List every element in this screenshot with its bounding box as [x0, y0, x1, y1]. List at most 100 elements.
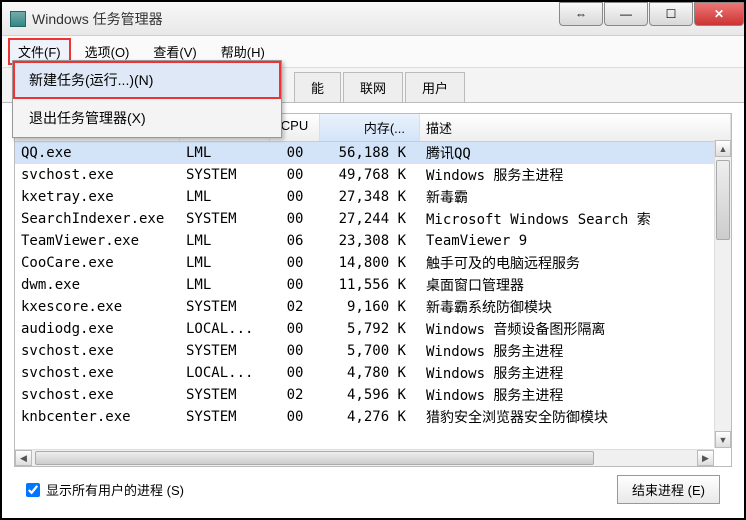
app-icon — [10, 11, 26, 27]
scroll-up-icon[interactable]: ▲ — [715, 140, 731, 157]
cell-memory: 9,160 K — [320, 297, 420, 317]
cell-cpu: 06 — [270, 231, 320, 251]
menu-new-task[interactable]: 新建任务(运行...)(N) — [13, 61, 281, 99]
cell-memory: 11,556 K — [320, 275, 420, 295]
process-table: CPU 内存(... 描述 QQ.exeLML0056,188 K腾讯QQsvc… — [14, 113, 732, 467]
cell-process-name: knbcenter.exe — [15, 407, 180, 427]
tab-services[interactable]: 能 — [294, 72, 341, 102]
cell-description: 猎豹安全浏览器安全防御模块 — [420, 405, 731, 429]
cell-process-name: QQ.exe — [15, 143, 180, 163]
show-all-users-checkbox[interactable]: 显示所有用户的进程 (S) — [26, 480, 184, 499]
vscroll-thumb[interactable] — [716, 160, 730, 240]
cell-memory: 5,792 K — [320, 319, 420, 339]
cell-cpu: 00 — [270, 143, 320, 163]
window-title: Windows 任务管理器 — [32, 9, 163, 29]
cell-description: 腾讯QQ — [420, 142, 731, 165]
cell-process-name: kxetray.exe — [15, 187, 180, 207]
cell-user: LML — [180, 231, 270, 251]
cell-process-name: svchost.exe — [15, 341, 180, 361]
hscroll-thumb[interactable] — [35, 451, 594, 465]
cell-user: LML — [180, 275, 270, 295]
table-row[interactable]: SearchIndexer.exeSYSTEM0027,244 KMicroso… — [15, 208, 731, 230]
cell-user: LML — [180, 187, 270, 207]
cell-user: LOCAL... — [180, 363, 270, 383]
cell-description: 桌面窗口管理器 — [420, 273, 731, 297]
cell-user: SYSTEM — [180, 209, 270, 229]
table-body: QQ.exeLML0056,188 K腾讯QQsvchost.exeSYSTEM… — [15, 142, 731, 466]
cell-process-name: TeamViewer.exe — [15, 231, 180, 251]
cell-process-name: SearchIndexer.exe — [15, 209, 180, 229]
table-row[interactable]: kxetray.exeLML0027,348 K新毒霸 — [15, 186, 731, 208]
cell-cpu: 00 — [270, 209, 320, 229]
table-row[interactable]: svchost.exeLOCAL...004,780 KWindows 服务主进… — [15, 362, 731, 384]
cell-cpu: 00 — [270, 253, 320, 273]
menu-exit[interactable]: 退出任务管理器(X) — [13, 99, 281, 137]
cell-cpu: 00 — [270, 187, 320, 207]
cell-description: Windows 服务主进程 — [420, 339, 731, 363]
cell-description: 新毒霸 — [420, 185, 731, 209]
cell-process-name: CooCare.exe — [15, 253, 180, 273]
cell-description: 触手可及的电脑远程服务 — [420, 251, 731, 275]
cell-user: SYSTEM — [180, 165, 270, 185]
table-row[interactable]: svchost.exeSYSTEM005,700 KWindows 服务主进程 — [15, 340, 731, 362]
cell-memory: 14,800 K — [320, 253, 420, 273]
cell-user: LOCAL... — [180, 319, 270, 339]
cell-memory: 5,700 K — [320, 341, 420, 361]
window-controls: ⇔ — ☐ ✕ — [558, 2, 744, 26]
cell-cpu: 00 — [270, 165, 320, 185]
table-row[interactable]: QQ.exeLML0056,188 K腾讯QQ — [15, 142, 731, 164]
cell-description: Windows 服务主进程 — [420, 383, 731, 407]
table-row[interactable]: dwm.exeLML0011,556 K桌面窗口管理器 — [15, 274, 731, 296]
horizontal-scrollbar[interactable]: ◀ ▶ — [15, 449, 714, 466]
show-all-users-input[interactable] — [26, 483, 40, 497]
cell-cpu: 02 — [270, 385, 320, 405]
col-memory[interactable]: 内存(... — [320, 114, 420, 141]
cell-process-name: svchost.exe — [15, 165, 180, 185]
tab-networking[interactable]: 联网 — [343, 72, 403, 102]
cell-cpu: 00 — [270, 275, 320, 295]
cell-user: LML — [180, 143, 270, 163]
table-row[interactable]: CooCare.exeLML0014,800 K触手可及的电脑远程服务 — [15, 252, 731, 274]
cell-user: SYSTEM — [180, 341, 270, 361]
cell-cpu: 00 — [270, 341, 320, 361]
cell-cpu: 00 — [270, 363, 320, 383]
cell-process-name: kxescore.exe — [15, 297, 180, 317]
minimize-button[interactable]: — — [604, 2, 648, 26]
table-row[interactable]: knbcenter.exeSYSTEM004,276 K猎豹安全浏览器安全防御模… — [15, 406, 731, 428]
cell-description: Windows 服务主进程 — [420, 163, 731, 187]
cell-process-name: svchost.exe — [15, 363, 180, 383]
col-description[interactable]: 描述 — [420, 114, 731, 141]
cell-description: Microsoft Windows Search 索 — [420, 207, 731, 231]
table-row[interactable]: svchost.exeSYSTEM024,596 KWindows 服务主进程 — [15, 384, 731, 406]
cell-memory: 27,244 K — [320, 209, 420, 229]
vertical-scrollbar[interactable]: ▲ ▼ — [714, 140, 731, 448]
footer: 显示所有用户的进程 (S) 结束进程 (E) — [14, 467, 732, 512]
cell-memory: 56,188 K — [320, 143, 420, 163]
scroll-left-icon[interactable]: ◀ — [15, 450, 32, 466]
table-row[interactable]: svchost.exeSYSTEM0049,768 KWindows 服务主进程 — [15, 164, 731, 186]
file-menu-dropdown: 新建任务(运行...)(N) 退出任务管理器(X) — [12, 60, 282, 138]
titlebar: Windows 任务管理器 ⇔ — ☐ ✕ — [2, 2, 744, 36]
cell-memory: 27,348 K — [320, 187, 420, 207]
maximize-button[interactable]: ☐ — [649, 2, 693, 26]
end-process-button[interactable]: 结束进程 (E) — [617, 475, 720, 504]
close-button[interactable]: ✕ — [694, 2, 744, 26]
cell-cpu: 00 — [270, 407, 320, 427]
cell-user: SYSTEM — [180, 297, 270, 317]
cell-process-name: dwm.exe — [15, 275, 180, 295]
cell-description: TeamViewer 9 — [420, 231, 731, 251]
tab-users[interactable]: 用户 — [405, 72, 465, 102]
scroll-down-icon[interactable]: ▼ — [715, 431, 731, 448]
cell-user: SYSTEM — [180, 407, 270, 427]
cell-user: SYSTEM — [180, 385, 270, 405]
table-row[interactable]: TeamViewer.exeLML0623,308 KTeamViewer 9 — [15, 230, 731, 252]
task-manager-window: Windows 任务管理器 ⇔ — ☐ ✕ 文件(F) 选项(O) 查看(V) … — [0, 0, 746, 520]
cell-process-name: svchost.exe — [15, 385, 180, 405]
table-row[interactable]: audiodg.exeLOCAL...005,792 KWindows 音频设备… — [15, 318, 731, 340]
cell-memory: 49,768 K — [320, 165, 420, 185]
cell-cpu: 00 — [270, 319, 320, 339]
restore-down-button[interactable]: ⇔ — [559, 2, 603, 26]
table-row[interactable]: kxescore.exeSYSTEM029,160 K新毒霸系统防御模块 — [15, 296, 731, 318]
scroll-right-icon[interactable]: ▶ — [697, 450, 714, 466]
cell-memory: 4,780 K — [320, 363, 420, 383]
